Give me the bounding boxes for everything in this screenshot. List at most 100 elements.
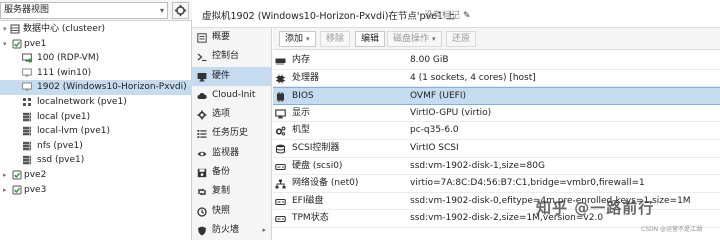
tags-editor[interactable]: 没有标记 ✎ (424, 8, 471, 21)
page-title: 虚拟机1902 (Windows10-Horizon-Pxvdi)在节点'pve… (202, 11, 456, 22)
expand-toggle-icon[interactable]: ▸ (3, 183, 7, 198)
nav-item-console[interactable]: 控制台 (192, 47, 271, 66)
tree-item-vm-1902[interactable]: 1902 (Windows10-Horizon-Pxvdi) (0, 80, 192, 95)
hardware-row-machine[interactable]: 机型 pc-q35-6.0 (273, 122, 720, 140)
watermark: 知乎 @一路前行 (536, 199, 655, 217)
edit-button[interactable]: 编辑 (355, 31, 386, 47)
hardware-key: 处理器 (292, 72, 320, 83)
add-button[interactable]: 添加 ▾ (279, 31, 316, 47)
tree-item-storage-nfs[interactable]: nfs (pve1) (0, 139, 192, 154)
nav-item-snapshots[interactable]: 快照 (192, 202, 271, 221)
content-header: 虚拟机1902 (Windows10-Horizon-Pxvdi)在节点'pve… (192, 0, 720, 28)
nav-item-label: 监视器 (212, 147, 240, 158)
nav-item-label: 快照 (212, 205, 231, 216)
tree-item-localnetwork[interactable]: localnetwork (pve1) (0, 95, 192, 110)
hardware-value: pc-q35-6.0 (410, 125, 459, 136)
disk-action-button[interactable]: 磁盘操作 ▾ (387, 31, 442, 47)
list-icon (197, 130, 207, 139)
monitor-icon (197, 72, 207, 82)
nav-item-label: 任务历史 (212, 128, 249, 139)
tree-item-pve2[interactable]: ▸ pve2 (0, 168, 192, 183)
tree-item-label: 111 (win10) (37, 67, 92, 78)
tree-item-label: localnetwork (pve1) (37, 96, 127, 107)
tree-item-storage-local[interactable]: local (pve1) (0, 110, 192, 125)
tree-item-label: pve1 (24, 38, 47, 49)
display-icon (275, 109, 286, 119)
collapse-toggle-icon[interactable]: ▾ (3, 22, 7, 37)
vm-running-icon (22, 53, 32, 63)
tree-item-pve1[interactable]: ▾ pve1 (0, 37, 192, 52)
hardware-value: VirtIO SCSI (410, 142, 459, 153)
hardware-key: 网络设备 (net0) (292, 178, 359, 189)
chevron-down-icon: ▾ (432, 35, 436, 43)
remove-button[interactable]: 移除 (320, 31, 351, 47)
hardware-row-processor[interactable]: 处理器 4 (1 sockets, 4 cores) [host] (273, 70, 720, 88)
revert-button[interactable]: 还原 (446, 31, 477, 47)
hardware-toolbar: 添加 ▾ 移除 编辑 磁盘操作 ▾ 还原 (273, 28, 720, 50)
hardware-row-scsi-controller[interactable]: SCSI控制器 VirtIO SCSI (273, 140, 720, 158)
resource-tree-panel: 服务器视图 ▾ ▾ 数据中心 (clusteer) ▾ pve1 100 (RD… (0, 0, 192, 240)
summary-icon (197, 33, 207, 43)
nav-item-summary[interactable]: 概要 (192, 28, 271, 47)
hardware-row-harddisk-scsi0[interactable]: 硬盘 (scsi0) ssd:vm-1902-disk-1,size=80G (273, 158, 720, 176)
hardware-value: ssd:vm-1902-disk-1,size=80G (410, 160, 545, 171)
storage-icon (23, 141, 31, 151)
revert-button-label: 还原 (452, 34, 471, 44)
tree-item-label: 1902 (Windows10-Horizon-Pxvdi) (37, 82, 187, 93)
tree-item-storage-ssd[interactable]: ssd (pve1) (0, 153, 192, 168)
node-check-icon (12, 185, 22, 195)
nav-item-label: 复制 (212, 186, 231, 197)
storage-icon (23, 156, 31, 165)
tree-item-label: pve3 (24, 184, 47, 195)
tree-item-label: 100 (RDP-VM) (37, 53, 100, 64)
node-check-icon (12, 170, 22, 180)
cloud-icon (197, 92, 207, 99)
collapse-toggle-icon[interactable]: ▾ (3, 37, 7, 52)
nav-item-replication[interactable]: 复制 (192, 182, 271, 201)
tree-item-datacenter[interactable]: ▾ 数据中心 (clusteer) (0, 22, 192, 37)
datacenter-icon (10, 24, 20, 34)
pencil-icon[interactable]: ✎ (463, 11, 471, 21)
vm-stopped-icon (22, 68, 32, 77)
cpu-icon (276, 74, 285, 84)
history-icon (197, 207, 207, 217)
chevron-down-icon: ▾ (306, 35, 310, 43)
tree-item-label: nfs (pve1) (37, 140, 83, 151)
eye-icon (197, 151, 207, 157)
hardware-key: 内存 (292, 55, 311, 65)
nav-item-label: Cloud-Init (212, 89, 256, 100)
nav-item-monitor[interactable]: 监视器 (192, 144, 271, 163)
nav-item-backup[interactable]: 备份 (192, 163, 271, 182)
tree-settings-button[interactable] (172, 2, 189, 19)
harddisk-icon (275, 216, 286, 223)
nav-item-label: 控制台 (212, 51, 240, 62)
hardware-row-bios[interactable]: BIOS OVMF (UEFI) (273, 87, 720, 105)
tree-item-vm-100[interactable]: 100 (RDP-VM) (0, 51, 192, 66)
hardware-row-network-net0[interactable]: 网络设备 (net0) virtio=7A:8C:D4:56:B7:C1,bri… (273, 175, 720, 193)
nav-item-task-history[interactable]: 任务历史 (192, 124, 271, 143)
edit-button-label: 编辑 (361, 34, 380, 44)
view-selector[interactable]: 服务器视图 ▾ (0, 2, 168, 19)
nav-item-firewall[interactable]: 防火墙 ▸ (192, 221, 271, 240)
tree-item-storage-local-lvm[interactable]: local-lvm (pve1) (0, 124, 192, 139)
hardware-value: 8.00 GiB (410, 55, 449, 65)
view-bar: 服务器视图 ▾ (0, 0, 192, 21)
expand-toggle-icon[interactable]: ▸ (3, 168, 7, 183)
tree-item-vm-111[interactable]: 111 (win10) (0, 66, 192, 81)
hardware-row-display[interactable]: 显示 VirtIO-GPU (virtio) (273, 105, 720, 123)
gear-icon (174, 4, 187, 17)
gear-icon (197, 110, 207, 120)
harddisk-icon (275, 198, 286, 205)
nav-item-cloud-init[interactable]: Cloud-Init (192, 86, 271, 105)
nav-item-label: 备份 (212, 167, 231, 178)
chip-icon (277, 92, 284, 103)
nav-item-label: 硬件 (212, 70, 231, 81)
add-button-label: 添加 (285, 34, 304, 44)
hardware-row-memory[interactable]: 内存 8.00 GiB (273, 52, 720, 70)
nav-item-options[interactable]: 选项 (192, 105, 271, 124)
nav-item-hardware[interactable]: 硬件 (192, 66, 271, 86)
watermark-small: CSDN @运营不是江湖 (641, 226, 703, 233)
floppy-icon (197, 168, 207, 178)
cogs-icon (275, 126, 286, 136)
tree-item-pve3[interactable]: ▸ pve3 (0, 183, 192, 198)
